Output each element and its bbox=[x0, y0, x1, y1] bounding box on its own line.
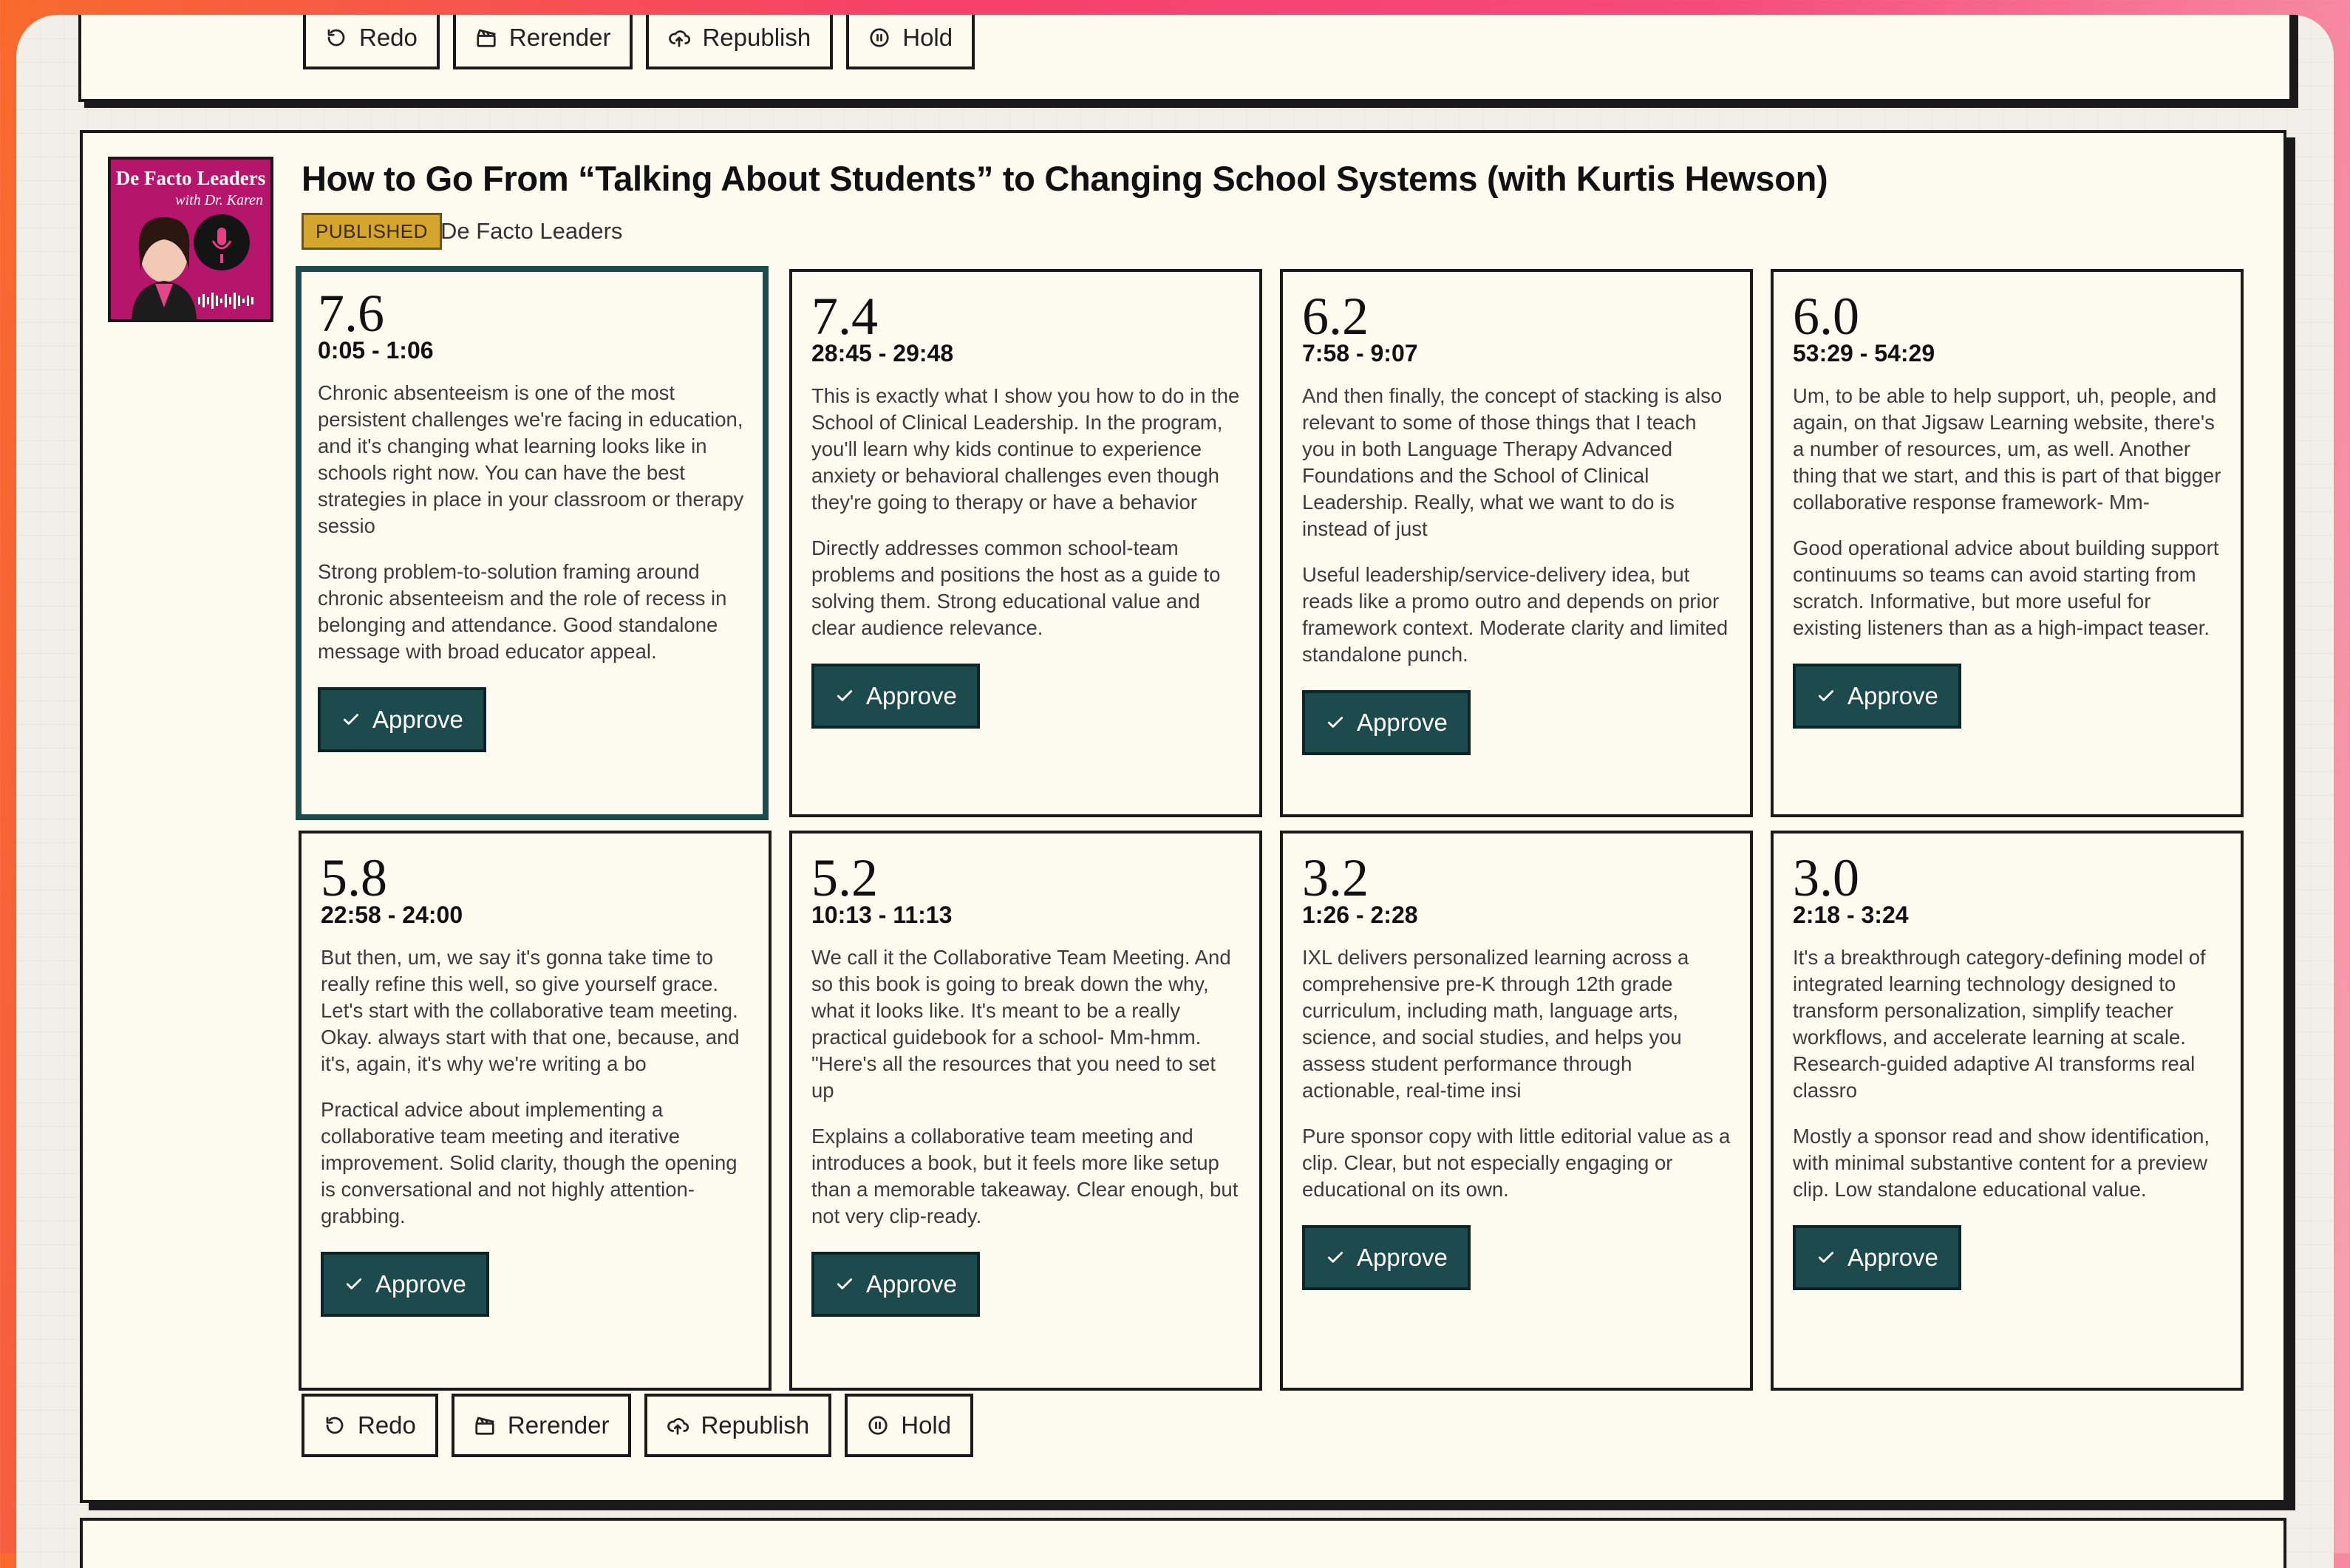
approve-label: Approve bbox=[1847, 682, 1938, 709]
clip-transcript: IXL delivers personalized learning acros… bbox=[1302, 946, 1689, 1102]
clip-card[interactable]: 7.4 28:45 - 29:48 This is exactly what I… bbox=[789, 269, 1262, 817]
clapperboard-icon bbox=[477, 29, 496, 47]
check-icon bbox=[1818, 690, 1834, 701]
clip-transcript: This is exactly what I show you how to d… bbox=[811, 384, 1240, 514]
clip-critique: Pure sponsor copy with little editorial … bbox=[1302, 1125, 1731, 1201]
approve-button[interactable]: Approve bbox=[1793, 1225, 1961, 1290]
check-icon bbox=[837, 690, 853, 701]
clip-transcript: It's a breakthrough category-defining mo… bbox=[1793, 946, 2206, 1102]
cloud-upload-icon bbox=[667, 1418, 689, 1435]
redo-button[interactable]: Redo bbox=[302, 1394, 438, 1457]
approve-label: Approve bbox=[866, 1270, 957, 1298]
app-window: Redo Rerender Republish Hold De Facto Le… bbox=[16, 15, 2334, 1568]
republish-label: Republish bbox=[701, 1411, 810, 1439]
cloud-upload-icon bbox=[669, 30, 691, 47]
approve-button[interactable]: Approve bbox=[1302, 690, 1471, 755]
clip-card[interactable]: 7.6 0:05 - 1:06 Chronic absenteeism is o… bbox=[296, 266, 769, 820]
approve-button[interactable]: Approve bbox=[811, 1252, 980, 1317]
clip-score: 6.0 bbox=[1793, 287, 1859, 346]
redo-button[interactable]: Redo bbox=[303, 15, 440, 69]
rerender-button[interactable]: Rerender bbox=[451, 1394, 632, 1457]
status-badge: PUBLISHED bbox=[302, 213, 442, 250]
redo-label: Redo bbox=[358, 1411, 416, 1439]
check-icon bbox=[1818, 1252, 1834, 1263]
clip-score: 7.4 bbox=[811, 287, 878, 346]
next-episode-panel bbox=[80, 1518, 2286, 1568]
clip-score: 3.0 bbox=[1793, 848, 1859, 907]
clip-critique: Explains a collaborative team meeting an… bbox=[811, 1125, 1239, 1227]
hold-button[interactable]: Hold bbox=[845, 1394, 974, 1457]
prev-action-row: Redo Rerender Republish Hold bbox=[303, 15, 975, 69]
episode-action-row: Redo Rerender Republish Hold bbox=[302, 1394, 974, 1457]
clip-card[interactable]: 6.0 53:29 - 54:29 Um, to be able to help… bbox=[1771, 269, 2244, 817]
clip-time-range: 10:13 - 11:13 bbox=[811, 901, 953, 928]
clip-transcript: We call it the Collaborative Team Meetin… bbox=[811, 946, 1231, 1102]
check-icon bbox=[837, 1278, 853, 1289]
clip-score: 5.8 bbox=[321, 848, 387, 907]
clip-card[interactable]: 3.0 2:18 - 3:24 It's a breakthrough cate… bbox=[1771, 831, 2244, 1391]
republish-button[interactable]: Republish bbox=[644, 1394, 832, 1457]
show-name: De Facto Leaders bbox=[440, 218, 623, 244]
clip-transcript: Um, to be able to help support, uh, peop… bbox=[1793, 384, 2221, 514]
clapperboard-icon bbox=[475, 1417, 494, 1435]
clip-critique: Strong problem-to-solution framing aroun… bbox=[318, 560, 727, 663]
clip-transcript: And then finally, the concept of stackin… bbox=[1302, 384, 1723, 540]
republish-label: Republish bbox=[702, 24, 811, 51]
pause-circle-icon bbox=[868, 1416, 888, 1435]
podcast-cover-image: De Facto Leaders with Dr. Karen bbox=[108, 157, 273, 322]
approve-label: Approve bbox=[1357, 709, 1448, 736]
prev-episode-panel: Redo Rerender Republish Hold bbox=[78, 15, 2292, 102]
check-icon bbox=[1327, 1252, 1343, 1263]
hold-label: Hold bbox=[902, 24, 953, 51]
pause-circle-icon bbox=[870, 28, 889, 47]
approve-label: Approve bbox=[1357, 1244, 1448, 1271]
clip-score: 3.2 bbox=[1302, 848, 1369, 907]
approve-label: Approve bbox=[372, 706, 463, 733]
rerender-label: Rerender bbox=[508, 24, 611, 51]
clip-score: 5.2 bbox=[811, 848, 878, 907]
hold-label: Hold bbox=[901, 1411, 952, 1439]
clip-critique: Useful leadership/service-delivery idea,… bbox=[1302, 563, 1729, 666]
rerender-button[interactable]: Rerender bbox=[452, 15, 633, 69]
clip-card[interactable]: 5.2 10:13 - 11:13 We call it the Collabo… bbox=[789, 831, 1262, 1391]
hold-button[interactable]: Hold bbox=[846, 15, 975, 69]
redo-label: Redo bbox=[359, 24, 418, 51]
redo-icon bbox=[327, 29, 345, 47]
clip-critique: Good operational advice about building s… bbox=[1793, 536, 2219, 639]
cover-art bbox=[132, 214, 253, 319]
clip-time-range: 53:29 - 54:29 bbox=[1793, 340, 1935, 367]
clip-card[interactable]: 3.2 1:26 - 2:28 IXL delivers personalize… bbox=[1280, 831, 1753, 1391]
clip-score: 7.6 bbox=[318, 284, 384, 343]
clip-time-range: 28:45 - 29:48 bbox=[811, 340, 954, 367]
clip-time-range: 7:58 - 9:07 bbox=[1302, 340, 1418, 367]
clip-transcript: Chronic absenteeism is one of the most p… bbox=[318, 381, 744, 537]
redo-icon bbox=[326, 1417, 344, 1434]
approve-label: Approve bbox=[1847, 1244, 1938, 1271]
clip-time-range: 1:26 - 2:28 bbox=[1302, 901, 1418, 928]
check-icon bbox=[343, 714, 359, 725]
clip-critique: Directly addresses common school-team pr… bbox=[811, 536, 1221, 639]
approve-button[interactable]: Approve bbox=[811, 664, 980, 729]
approve-button[interactable]: Approve bbox=[318, 687, 486, 752]
republish-button[interactable]: Republish bbox=[646, 15, 834, 69]
clip-time-range: 22:58 - 24:00 bbox=[321, 901, 463, 928]
clip-critique: Practical advice about implementing a co… bbox=[321, 1098, 738, 1227]
rerender-label: Rerender bbox=[507, 1411, 610, 1439]
clip-transcript: But then, um, we say it's gonna take tim… bbox=[321, 946, 740, 1075]
check-icon bbox=[1327, 717, 1343, 728]
approve-label: Approve bbox=[866, 682, 957, 709]
clip-critique: Mostly a sponsor read and show identific… bbox=[1793, 1125, 2210, 1201]
approve-label: Approve bbox=[375, 1270, 466, 1298]
approve-button[interactable]: Approve bbox=[1302, 1225, 1471, 1290]
clip-score: 6.2 bbox=[1302, 287, 1369, 346]
approve-button[interactable]: Approve bbox=[1793, 664, 1961, 729]
clip-time-range: 0:05 - 1:06 bbox=[318, 337, 434, 364]
clip-card[interactable]: 6.2 7:58 - 9:07 And then finally, the co… bbox=[1280, 269, 1753, 817]
clip-card[interactable]: 5.8 22:58 - 24:00 But then, um, we say i… bbox=[299, 831, 772, 1391]
approve-button[interactable]: Approve bbox=[321, 1252, 489, 1317]
episode-title: How to Go From “Talking About Students” … bbox=[302, 159, 1828, 198]
check-icon bbox=[346, 1278, 362, 1289]
clip-time-range: 2:18 - 3:24 bbox=[1793, 901, 1909, 928]
